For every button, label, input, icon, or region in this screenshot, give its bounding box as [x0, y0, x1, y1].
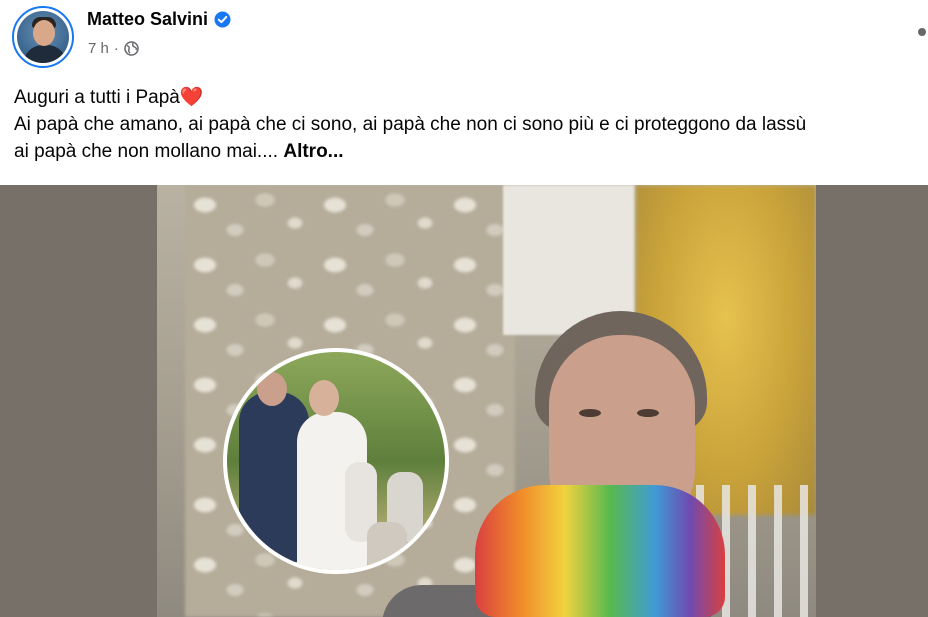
- globe-icon[interactable]: [124, 41, 139, 56]
- see-more-link[interactable]: Altro...: [283, 141, 343, 162]
- post-timestamp[interactable]: 7 h: [88, 40, 109, 57]
- post-meta: 7 h ·: [88, 40, 139, 57]
- post-text: Auguri a tutti i Papà❤️ Ai papà che aman…: [14, 84, 928, 165]
- post-text-line-1: Auguri a tutti i Papà❤️: [14, 84, 928, 111]
- greeting-text: Auguri a tutti i Papà: [14, 87, 180, 108]
- meta-separator: ·: [113, 40, 119, 57]
- author-row: Matteo Salvini: [87, 9, 231, 30]
- author-name[interactable]: Matteo Salvini: [87, 9, 208, 30]
- avatar-photo: [17, 11, 69, 63]
- post-text-line-3-body: ai papà che non mollano mai....: [14, 141, 284, 162]
- rainbow-scarf: [475, 485, 725, 617]
- heart-icon: ❤️: [179, 87, 204, 108]
- facebook-post: Matteo Salvini 7 h · Auguri a tutti i Pa…: [0, 0, 928, 617]
- post-text-line-3: ai papà che non mollano mai.... Altro...: [14, 138, 928, 165]
- post-media[interactable]: [0, 185, 928, 617]
- post-text-line-2: Ai papà che amano, ai papà che ci sono, …: [14, 114, 807, 135]
- verified-badge-icon: [214, 11, 231, 28]
- more-dots-icon[interactable]: [918, 28, 926, 36]
- profile-avatar[interactable]: [12, 6, 74, 68]
- family-inset-photo: [223, 348, 449, 574]
- post-photo[interactable]: [157, 185, 816, 617]
